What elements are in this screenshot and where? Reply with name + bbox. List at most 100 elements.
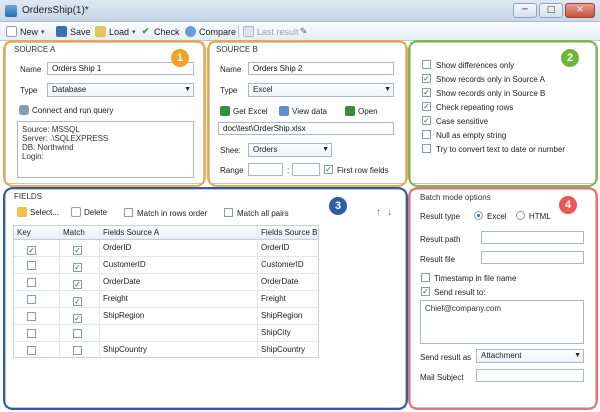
table-row[interactable]: OrderID OrderID <box>14 240 318 257</box>
send-result-checkbox[interactable] <box>421 287 430 296</box>
match-checkbox[interactable] <box>73 246 82 255</box>
key-checkbox[interactable] <box>27 346 36 355</box>
source-a-type-select[interactable]: Database ▼ <box>47 83 194 97</box>
select-fields-button[interactable]: Select... <box>17 207 59 217</box>
key-checkbox[interactable] <box>27 329 36 338</box>
source-b-type-select[interactable]: Excel ▼ <box>248 83 394 97</box>
source-b-field-cell[interactable]: Freight <box>258 291 318 307</box>
source-b-field-cell[interactable]: OrderDate <box>258 274 318 290</box>
column-header-key[interactable]: Key <box>14 226 60 239</box>
open-button[interactable]: Open <box>345 106 378 116</box>
compare-icon <box>185 26 196 37</box>
source-a-type-label: Type <box>20 86 38 95</box>
match-checkbox[interactable] <box>73 263 82 272</box>
records-only-b-label: Show records only in Source B <box>436 89 546 98</box>
source-a-field-cell[interactable]: Freight <box>100 291 258 307</box>
show-differences-checkbox[interactable] <box>422 60 431 69</box>
records-only-b-checkbox[interactable] <box>422 88 431 97</box>
source-b-path-field[interactable]: doc\test\OrderShip.xlsx <box>218 122 394 135</box>
minimize-button[interactable]: ─ <box>513 3 537 18</box>
key-checkbox[interactable] <box>27 261 36 270</box>
table-row[interactable]: ShipRegion ShipRegion <box>14 308 318 325</box>
column-header-source-a[interactable]: Fields Source A <box>100 226 258 239</box>
convert-text-checkbox[interactable] <box>422 144 431 153</box>
range-end-field[interactable] <box>292 163 320 176</box>
match-all-pairs-checkbox[interactable] <box>224 208 233 217</box>
match-checkbox[interactable] <box>73 297 82 306</box>
null-empty-checkbox[interactable] <box>422 130 431 139</box>
new-button[interactable]: New ▾ <box>6 25 45 38</box>
source-b-field-cell[interactable]: ShipCity <box>258 325 318 341</box>
fields-header: FIELDS <box>14 192 43 201</box>
table-row[interactable]: ShipCountry ShipCountry <box>14 342 318 359</box>
move-down-icon[interactable]: ↓ <box>387 207 392 218</box>
view-data-button[interactable]: View data <box>279 106 327 116</box>
table-row[interactable]: ShipCity <box>14 325 318 342</box>
chevron-down-icon: ▾ <box>41 28 45 36</box>
delete-fields-button[interactable]: Delete <box>71 207 107 217</box>
column-header-match[interactable]: Match <box>60 226 100 239</box>
database-icon <box>19 105 29 115</box>
excel-radio-label: Excel <box>487 212 507 221</box>
match-checkbox[interactable] <box>73 314 82 323</box>
marker-4: 4 <box>559 196 577 214</box>
get-excel-button[interactable]: Get Excel <box>220 106 268 116</box>
repeating-rows-checkbox[interactable] <box>422 102 431 111</box>
source-a-name-field[interactable]: Orders Ship 1 <box>47 62 194 75</box>
match-rows-order-checkbox[interactable] <box>124 208 133 217</box>
save-button[interactable]: Save <box>56 25 91 38</box>
excel-radio[interactable] <box>474 211 483 220</box>
last-result-button[interactable]: Last result <box>243 25 299 38</box>
match-checkbox[interactable] <box>73 346 82 355</box>
excel-icon <box>220 106 230 116</box>
pin-icon: ✎ <box>299 26 308 36</box>
match-checkbox[interactable] <box>73 329 82 338</box>
close-button[interactable]: ✕ <box>565 3 595 18</box>
email-recipients-field[interactable]: Chief@company.com <box>420 300 584 344</box>
load-button[interactable]: Load ▾ <box>95 25 136 38</box>
range-start-field[interactable] <box>248 163 283 176</box>
move-up-icon[interactable]: ↑ <box>376 207 381 218</box>
key-checkbox[interactable] <box>27 278 36 287</box>
range-separator: : <box>287 166 290 175</box>
key-checkbox[interactable] <box>27 295 36 304</box>
source-b-field-cell[interactable]: CustomerID <box>258 257 318 273</box>
html-radio[interactable] <box>516 211 525 220</box>
mail-subject-field[interactable] <box>476 369 584 382</box>
source-b-name-field[interactable]: Orders Ship 2 <box>248 62 394 75</box>
source-a-field-cell[interactable]: OrderID <box>100 240 258 256</box>
check-button[interactable]: ✔ Check <box>140 25 180 38</box>
chevron-down-icon: ▼ <box>574 352 581 359</box>
folder-icon <box>95 26 106 37</box>
source-b-field-cell[interactable]: ShipRegion <box>258 308 318 324</box>
table-row[interactable]: CustomerID CustomerID <box>14 257 318 274</box>
first-row-fields-checkbox[interactable] <box>324 165 333 174</box>
send-as-select[interactable]: Attachment ▼ <box>476 349 584 363</box>
table-row[interactable]: Freight Freight <box>14 291 318 308</box>
case-sensitive-checkbox[interactable] <box>422 116 431 125</box>
source-b-sheet-select[interactable]: Orders ▼ <box>248 143 332 157</box>
source-b-type-label: Type <box>220 86 238 95</box>
source-b-field-cell[interactable]: OrderID <box>258 240 318 256</box>
result-file-field[interactable] <box>481 251 584 264</box>
maximize-button[interactable]: □ <box>539 3 563 18</box>
table-row[interactable]: OrderDate OrderDate <box>14 274 318 291</box>
source-a-field-cell[interactable]: OrderDate <box>100 274 258 290</box>
match-checkbox[interactable] <box>73 280 82 289</box>
source-b-field-cell[interactable]: ShipCountry <box>258 342 318 359</box>
records-only-a-label: Show records only in Source A <box>436 75 545 84</box>
source-a-field-cell[interactable] <box>100 325 258 341</box>
source-a-field-cell[interactable]: ShipRegion <box>100 308 258 324</box>
source-a-field-cell[interactable]: CustomerID <box>100 257 258 273</box>
source-a-connection-info: Source: MSSQL Server: .\SQLEXPRESS DB: N… <box>17 121 194 178</box>
pin-button[interactable]: ✎ <box>298 25 312 38</box>
column-header-source-b[interactable]: Fields Source B <box>258 226 318 239</box>
timestamp-checkbox[interactable] <box>421 273 430 282</box>
key-checkbox[interactable] <box>27 312 36 321</box>
source-a-field-cell[interactable]: ShipCountry <box>100 342 258 359</box>
compare-button[interactable]: Compare <box>185 25 236 38</box>
records-only-a-checkbox[interactable] <box>422 74 431 83</box>
connect-run-query-button[interactable]: Connect and run query <box>19 105 113 115</box>
key-checkbox[interactable] <box>27 246 36 255</box>
result-path-field[interactable] <box>481 231 584 244</box>
